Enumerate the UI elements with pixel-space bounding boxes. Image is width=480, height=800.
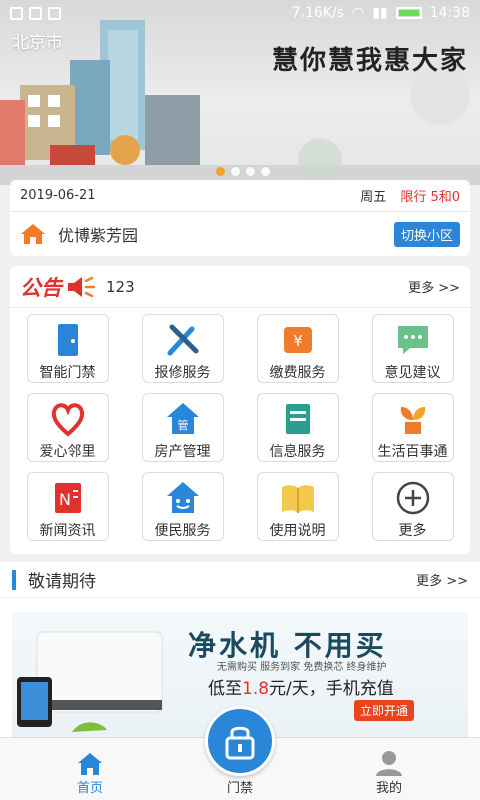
ad-price-prefix: 低至: [208, 679, 242, 699]
service-life-guide[interactable]: 生活百事通: [371, 393, 454, 462]
ad-open-now-button[interactable]: 立即开通: [354, 700, 415, 721]
add-notification-icon: [29, 6, 42, 20]
current-date: 2019-06-21: [20, 188, 96, 203]
ad-price-suffix: 元/天，手机充值: [269, 679, 394, 699]
nav-door-label: 门禁: [226, 781, 253, 796]
service-label: 使用说明: [269, 523, 326, 539]
ad-price: 低至1.8元/天，手机充值: [208, 674, 394, 699]
service-label: 便民服务: [154, 523, 211, 539]
top-banner[interactable]: 7.16K/s ◠ ▮▮ 14:38 北京市 慧你慧我惠大家: [0, 0, 480, 185]
notice-row[interactable]: 公告 123 更多 >>: [10, 266, 470, 308]
date-row: 2019-06-21 周五 限行 5和0: [10, 180, 470, 212]
payment-icon: ¥: [283, 327, 312, 353]
nav-home[interactable]: 首页: [50, 751, 130, 796]
user-icon: [376, 751, 402, 776]
city-selector[interactable]: 北京市: [12, 28, 63, 53]
section-title: 敬请期待: [28, 572, 96, 592]
megaphone-icon: [68, 276, 96, 297]
service-label: 智能门禁: [39, 365, 96, 381]
notice-title: 公告: [20, 275, 62, 300]
svg-text:¥: ¥: [293, 332, 303, 350]
notice-text: 123: [106, 277, 135, 296]
service-convenience[interactable]: 便民服务: [141, 472, 224, 541]
carousel-dot[interactable]: [246, 167, 255, 176]
coming-soon-header: 敬请期待 更多 >>: [0, 562, 480, 598]
service-label: 缴费服务: [269, 365, 326, 381]
service-label: 房产管理: [154, 444, 211, 460]
banner-slogan: 慧你慧我惠大家: [271, 46, 468, 76]
carousel-indicator: [216, 167, 270, 176]
door-icon: [57, 324, 78, 356]
nav-mine[interactable]: 我的: [349, 749, 429, 796]
service-label: 意见建议: [384, 365, 441, 381]
traffic-limit: 限行 5和0: [400, 190, 460, 205]
service-label: 生活百事通: [377, 444, 448, 460]
city-illustration: [0, 20, 480, 185]
section-marker: [12, 569, 16, 590]
community-row: 优博紫芳园 切换小区: [10, 212, 470, 256]
network-speed: 7.16K/s: [291, 5, 344, 21]
trash-notification-icon: [10, 6, 23, 20]
water-purifier-image: [17, 631, 163, 732]
tools-icon: [167, 324, 198, 356]
service-news[interactable]: N 新闻资讯: [26, 472, 109, 541]
switch-community-button[interactable]: 切换小区: [393, 221, 460, 247]
svg-text:管: 管: [177, 418, 188, 432]
notice-more-link[interactable]: 更多 >>: [408, 277, 460, 296]
door-unlock-button[interactable]: [205, 706, 275, 776]
carousel-dot[interactable]: [231, 167, 240, 176]
service-smart-door[interactable]: 智能门禁: [26, 314, 109, 383]
svg-text:N: N: [59, 490, 71, 509]
service-label: 新闻资讯: [39, 523, 96, 539]
nav-home-label: 首页: [76, 781, 103, 796]
ad-subtitle: 无需购买 服务到家 免费换芯 终身维护: [217, 662, 387, 673]
smile-house-icon: [166, 482, 199, 513]
plant-icon: [400, 407, 425, 434]
lock-icon: [225, 726, 255, 760]
service-label: 爱心邻里: [39, 444, 96, 460]
news-icon: N: [54, 483, 81, 513]
service-payment[interactable]: ¥ 缴费服务: [256, 314, 339, 383]
chat-icon: [397, 326, 428, 354]
signal-icon: ▮▮: [372, 5, 388, 21]
nav-door[interactable]: 门禁: [200, 777, 280, 796]
clock: 14:38: [429, 5, 470, 21]
service-grid: 智能门禁 报修服务 ¥ 缴费服务 意见建议 爱心邻里 管 房产管理 信息服务 生…: [10, 314, 470, 541]
carousel-dot[interactable]: [261, 167, 270, 176]
house-icon: 管: [166, 403, 199, 434]
services-card: 公告 123 更多 >> 智能门禁 报修服务 ¥ 缴费服务 意见建议 爱心邻里 …: [10, 266, 470, 554]
book-icon: [285, 404, 310, 434]
community-info-card: 2019-06-21 周五 限行 5和0 优博紫芳园 切换小区: [10, 180, 470, 256]
service-label: 更多: [398, 523, 427, 539]
carousel-dot[interactable]: [216, 167, 225, 176]
heart-icon: [51, 403, 84, 437]
service-neighbors[interactable]: 爱心邻里: [26, 393, 109, 462]
home-nav-icon: [78, 753, 102, 775]
home-icon: [21, 224, 45, 244]
service-label: 报修服务: [154, 365, 211, 381]
weekday: 周五: [360, 190, 387, 205]
coming-soon-more-link[interactable]: 更多 >>: [416, 570, 468, 589]
nav-mine-label: 我的: [375, 781, 402, 796]
manual-icon: [281, 485, 314, 513]
wifi-icon: ◠: [352, 5, 365, 21]
plus-icon: [396, 481, 429, 515]
notification-icons: [10, 6, 61, 20]
community-name: 优博紫芳园: [58, 226, 139, 245]
ad-price-value: 1.8: [242, 679, 270, 699]
service-information[interactable]: 信息服务: [256, 393, 339, 462]
service-manual[interactable]: 使用说明: [256, 472, 339, 541]
service-label: 信息服务: [269, 444, 326, 460]
service-feedback[interactable]: 意见建议: [371, 314, 454, 383]
service-property[interactable]: 管 房产管理: [141, 393, 224, 462]
status-bar: 7.16K/s ◠ ▮▮ 14:38: [0, 0, 480, 26]
service-repair[interactable]: 报修服务: [141, 314, 224, 383]
battery-icon: [395, 7, 422, 19]
usb-notification-icon: [48, 6, 61, 20]
service-more[interactable]: 更多: [371, 472, 454, 541]
